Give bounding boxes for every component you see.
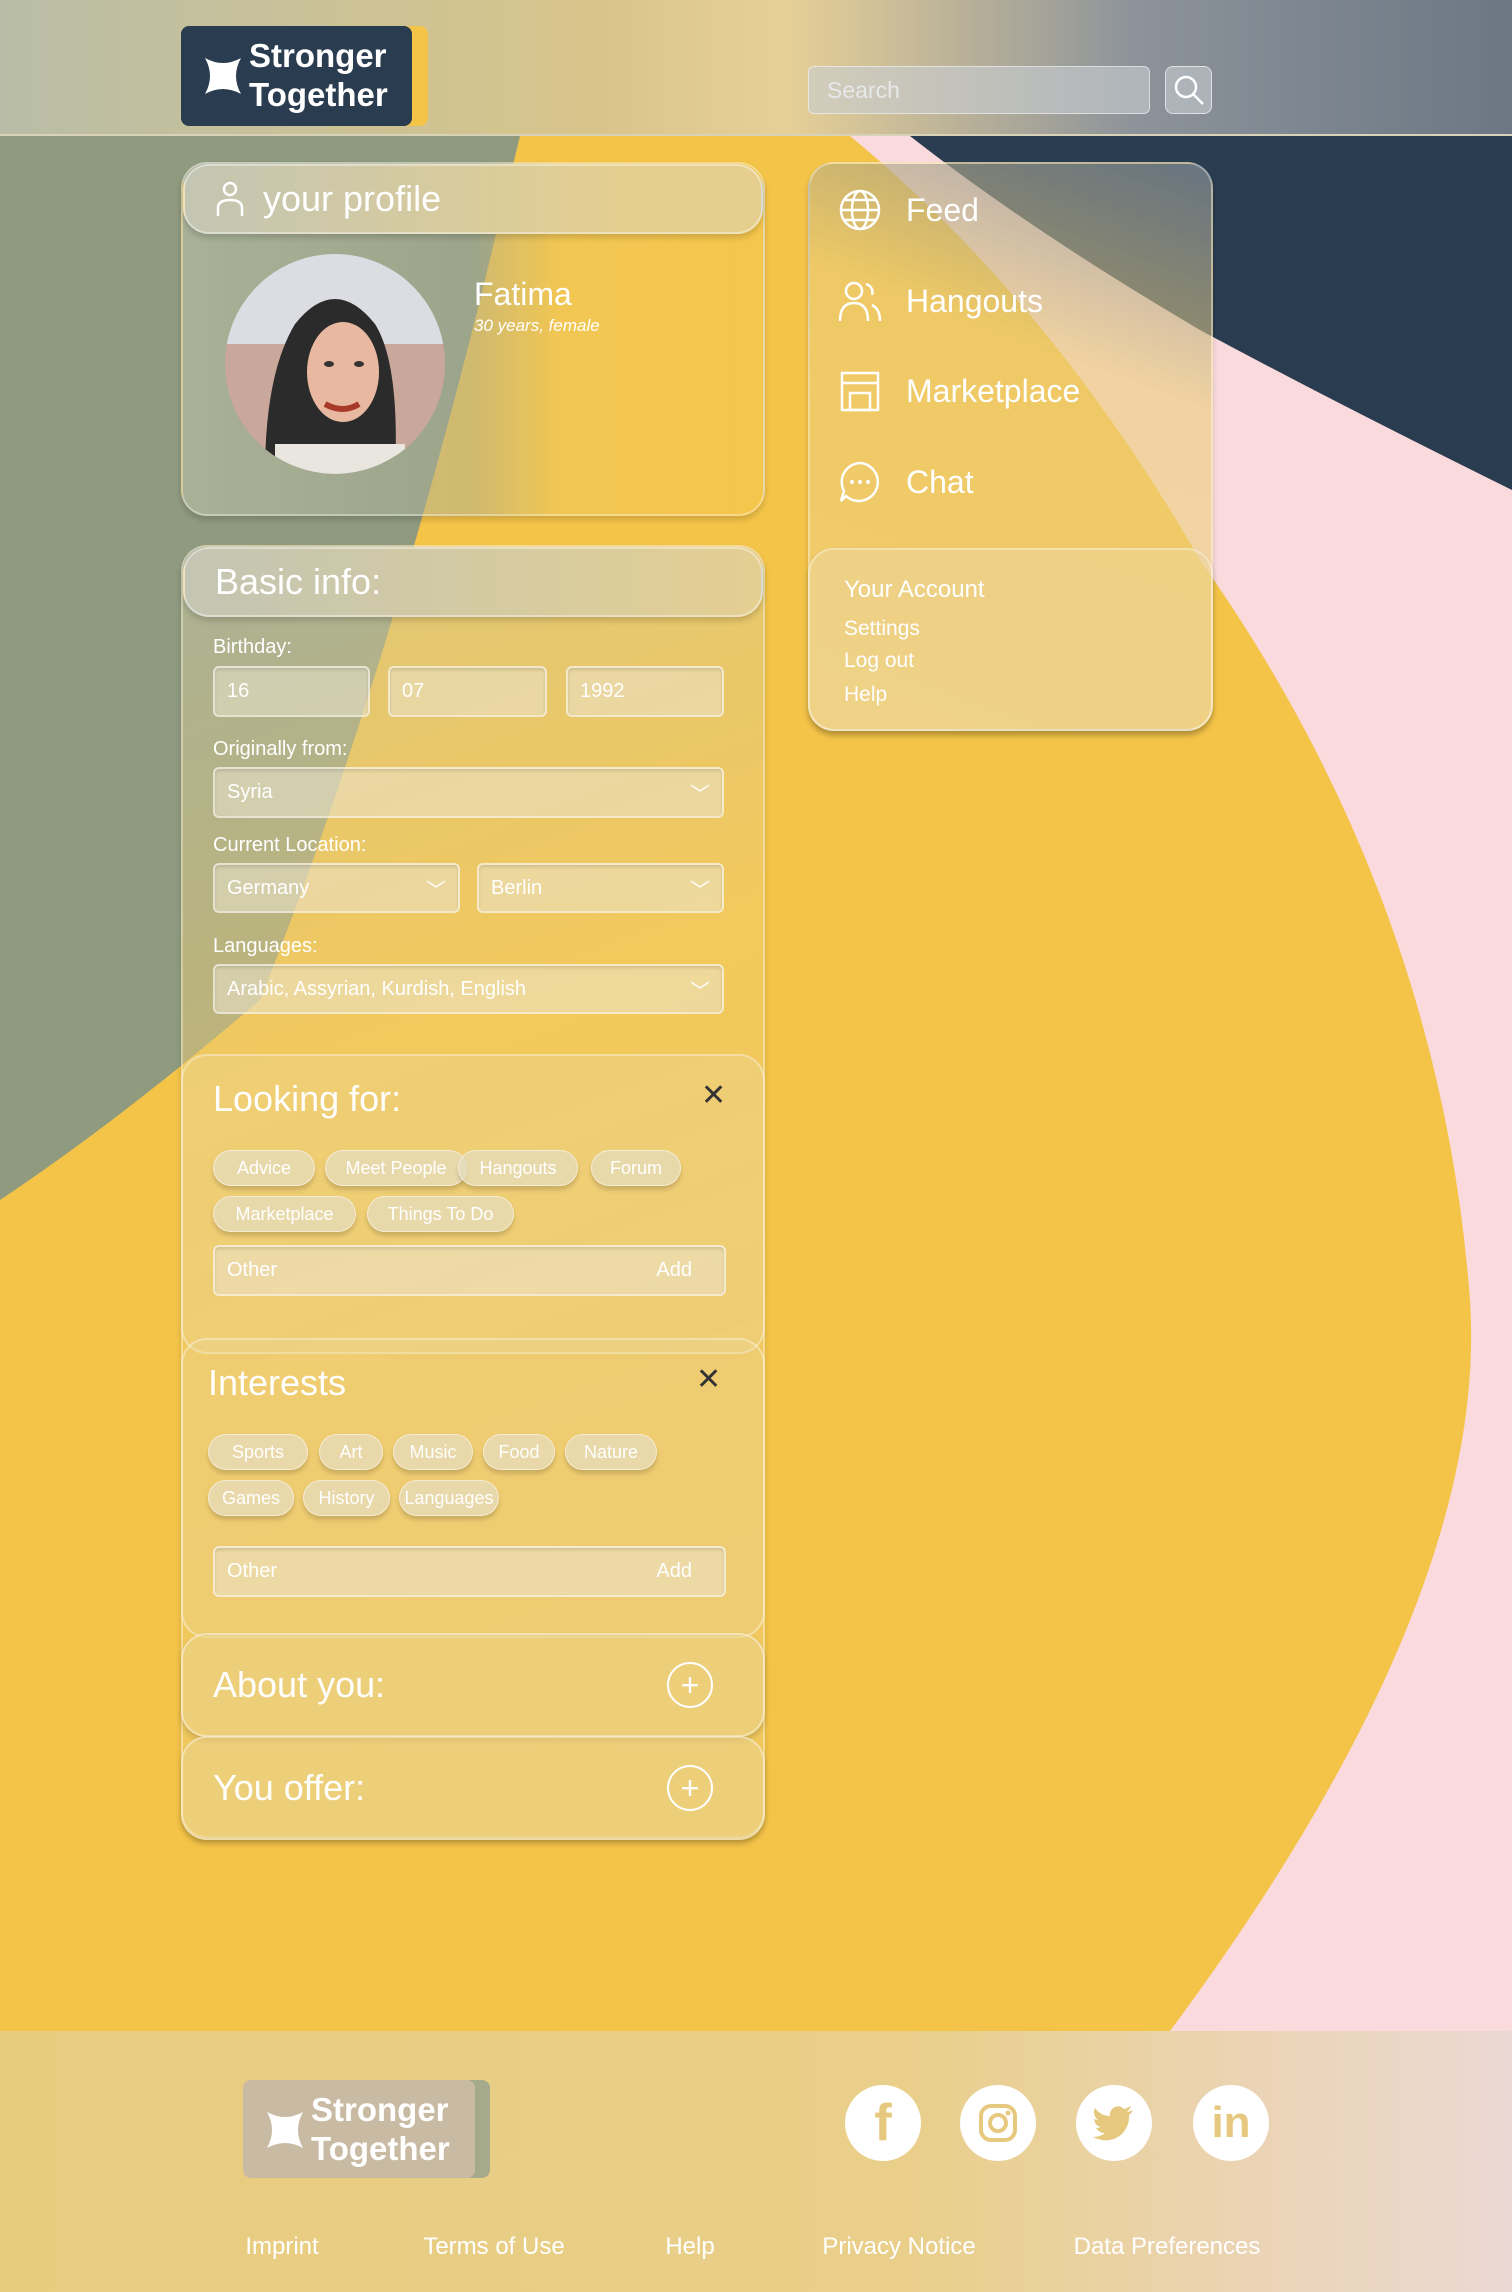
origin-select[interactable]: Syria ﹀: [213, 767, 724, 818]
looking-other-input[interactable]: Other Add: [213, 1245, 726, 1296]
logo-mark-icon: [267, 2112, 303, 2148]
instagram-icon[interactable]: [960, 2085, 1036, 2161]
store-icon: [840, 371, 880, 412]
footer-logo[interactable]: Stronger Together: [243, 2080, 475, 2178]
chevron-down-icon: ﹀: [690, 879, 710, 902]
city-select[interactable]: Berlin ﹀: [477, 863, 724, 913]
chip-nature[interactable]: Nature: [565, 1434, 657, 1470]
chip-food[interactable]: Food: [483, 1434, 555, 1470]
facebook-icon[interactable]: f: [845, 2085, 921, 2161]
logo-text-line2: Together: [249, 76, 388, 113]
chat-bubble-icon: [839, 461, 880, 503]
close-icon[interactable]: ✕: [701, 1078, 726, 1113]
account-title: Your Account: [844, 576, 985, 603]
location-label: Current Location:: [213, 834, 367, 856]
looking-for-title: Looking for:: [213, 1078, 402, 1119]
looking-for-section: Looking for: ✕ Advice Meet People Hangou…: [181, 1054, 765, 1354]
chevron-down-icon: ﹀: [690, 784, 710, 806]
footer-help-link[interactable]: Help: [665, 2233, 714, 2261]
origin-label: Originally from:: [213, 738, 348, 760]
you-offer-title: You offer:: [213, 1767, 366, 1808]
profile-meta: 30 years, female: [474, 316, 600, 335]
chevron-down-icon: ﹀: [426, 879, 446, 902]
languages-select[interactable]: Arabic, Assyrian, Kurdish, English ﹀: [213, 964, 724, 1014]
languages-label: Languages:: [213, 935, 318, 957]
chip-meet-people[interactable]: Meet People: [325, 1150, 467, 1186]
chip-languages[interactable]: Languages: [399, 1480, 499, 1516]
plus-icon[interactable]: +: [667, 1765, 713, 1811]
settings-link[interactable]: Settings: [844, 617, 920, 641]
interests-add-button[interactable]: Add: [656, 1560, 692, 1583]
chip-games[interactable]: Games: [208, 1480, 294, 1516]
chip-forum[interactable]: Forum: [591, 1150, 681, 1186]
logo-mark-icon: [205, 58, 241, 94]
search-input[interactable]: Search: [808, 66, 1150, 114]
magnifier-icon: [1174, 75, 1204, 105]
chip-advice[interactable]: Advice: [213, 1150, 315, 1186]
linkedin-icon[interactable]: in: [1193, 2085, 1269, 2161]
looking-add-button[interactable]: Add: [656, 1259, 692, 1282]
nav-hangouts[interactable]: Hangouts: [838, 279, 1043, 323]
chip-history[interactable]: History: [303, 1480, 390, 1516]
basic-info-title: Basic info:: [215, 561, 382, 602]
profile-card: your profile Fatima 30 years, female: [181, 162, 765, 516]
terms-link[interactable]: Terms of Use: [423, 2233, 564, 2261]
imprint-link[interactable]: Imprint: [245, 2233, 318, 2261]
country-select[interactable]: Germany ﹀: [213, 863, 460, 913]
about-you-title: About you:: [213, 1664, 386, 1705]
privacy-link[interactable]: Privacy Notice: [822, 2233, 975, 2261]
user-icon: [216, 181, 244, 216]
nav-chat[interactable]: Chat: [838, 460, 974, 504]
help-link[interactable]: Help: [844, 683, 887, 707]
profile-title: your profile: [263, 178, 442, 219]
logo-text-line1: Stronger: [249, 37, 387, 74]
footer: [0, 2031, 1512, 2292]
twitter-icon[interactable]: [1076, 2085, 1152, 2161]
profile-name: Fatima: [474, 276, 572, 312]
chip-things-to-do[interactable]: Things To Do: [367, 1196, 514, 1232]
close-icon[interactable]: ✕: [696, 1362, 721, 1397]
chip-music[interactable]: Music: [393, 1434, 473, 1470]
chevron-down-icon: ﹀: [690, 980, 710, 1003]
data-preferences-link[interactable]: Data Preferences: [1074, 2233, 1261, 2261]
logout-link[interactable]: Log out: [844, 649, 914, 673]
nav-marketplace[interactable]: Marketplace: [838, 369, 1080, 413]
chip-sports[interactable]: Sports: [208, 1434, 308, 1470]
people-icon: [838, 281, 882, 322]
basic-info-card: Basic info: Birthday: 16 07 1992 Origina…: [181, 545, 765, 1840]
globe-icon: [839, 189, 881, 231]
you-offer-section[interactable]: You offer: +: [181, 1736, 765, 1840]
basic-info-header: Basic info:: [183, 547, 763, 617]
chip-marketplace[interactable]: Marketplace: [213, 1196, 356, 1232]
profile-header: your profile: [183, 164, 763, 234]
interests-other-input[interactable]: Other Add: [213, 1546, 726, 1597]
birthday-year-input[interactable]: 1992: [566, 666, 724, 717]
interests-title: Interests: [208, 1362, 347, 1403]
about-you-section[interactable]: About you: +: [181, 1633, 765, 1737]
interests-section: Interests ✕ Sports Art Music Food Nature…: [181, 1338, 765, 1638]
plus-icon[interactable]: +: [667, 1662, 713, 1708]
birthday-label: Birthday:: [213, 636, 292, 658]
chip-art[interactable]: Art: [319, 1434, 383, 1470]
chip-hangouts[interactable]: Hangouts: [458, 1150, 578, 1186]
nav-feed[interactable]: Feed: [838, 188, 979, 232]
avatar[interactable]: [225, 254, 445, 474]
logo[interactable]: Stronger Together: [181, 26, 412, 126]
search-button[interactable]: [1165, 66, 1212, 114]
birthday-month-input[interactable]: 07: [388, 666, 547, 717]
birthday-day-input[interactable]: 16: [213, 666, 370, 717]
